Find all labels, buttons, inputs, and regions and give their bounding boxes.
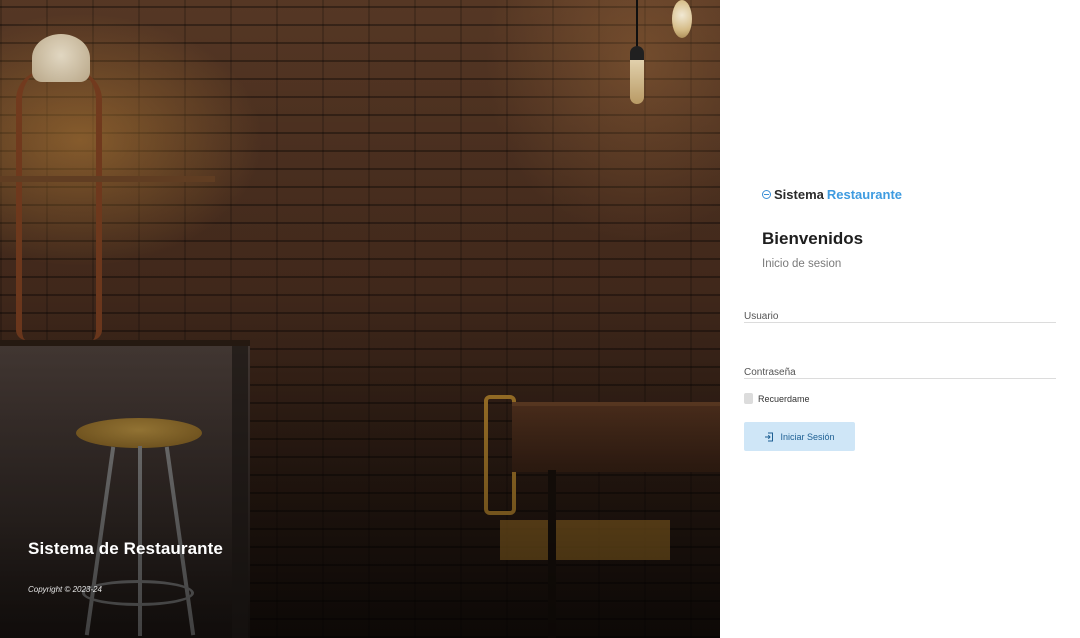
password-input[interactable] (744, 364, 1056, 381)
login-icon (764, 432, 774, 442)
login-panel: Sistema Restaurante Bienvenidos Inicio de… (720, 0, 1080, 638)
hero-image-panel: Sistema de Restaurante Copyright © 2023-… (0, 0, 720, 638)
brand-name-part1: Sistema (774, 187, 824, 202)
username-input[interactable] (744, 308, 1056, 325)
password-field-wrapper (744, 362, 1056, 381)
globe-icon (762, 190, 771, 199)
brand-name-part2: Restaurante (826, 187, 903, 202)
login-button[interactable]: Iniciar Sesión (744, 422, 855, 451)
remember-label: Recuerdame (758, 393, 810, 404)
username-field-wrapper (744, 306, 1056, 325)
login-page: Sistema de Restaurante Copyright © 2023-… (0, 0, 1080, 638)
brand-logo: Sistema Restaurante (762, 187, 902, 202)
copyright-text: Copyright © 2023-24 (28, 585, 102, 594)
remember-checkbox[interactable] (744, 393, 753, 404)
hero-title: Sistema de Restaurante (28, 539, 223, 558)
remember-me[interactable]: Recuerdame (744, 393, 810, 404)
welcome-heading: Bienvenidos (762, 229, 864, 248)
login-button-label: Iniciar Sesión (780, 431, 835, 442)
login-subtitle: Inicio de sesion (762, 258, 842, 270)
